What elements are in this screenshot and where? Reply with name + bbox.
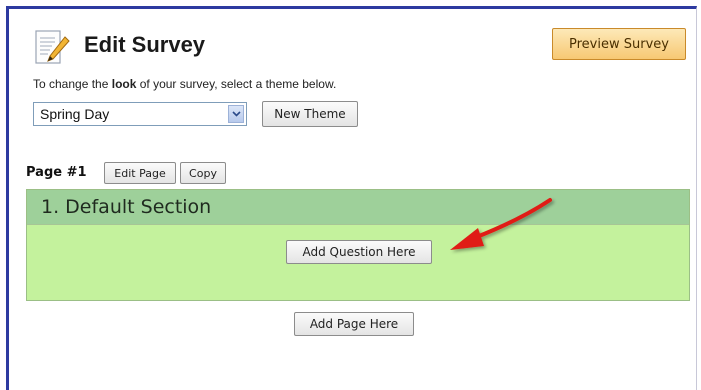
dropdown-caret-icon bbox=[231, 111, 241, 117]
preview-survey-button[interactable]: Preview Survey bbox=[552, 28, 686, 60]
add-page-button[interactable]: Add Page Here bbox=[294, 312, 414, 336]
chevron-down-icon[interactable] bbox=[228, 105, 244, 123]
add-question-button[interactable]: Add Question Here bbox=[286, 240, 432, 264]
theme-select[interactable]: Spring Day bbox=[33, 102, 247, 126]
new-theme-button[interactable]: New Theme bbox=[262, 101, 358, 127]
red-arrow-annotation bbox=[450, 198, 552, 250]
page-label: Page #1 bbox=[26, 165, 87, 180]
theme-instructions: To change the look of your survey, selec… bbox=[33, 77, 337, 91]
edit-document-icon bbox=[35, 30, 70, 64]
theme-select-value: Spring Day bbox=[40, 106, 110, 122]
edit-page-button[interactable]: Edit Page bbox=[104, 162, 176, 184]
section-header: 1. Default Section bbox=[27, 190, 689, 225]
section-title: 1. Default Section bbox=[41, 196, 212, 218]
page-title: Edit Survey bbox=[84, 32, 206, 57]
copy-page-button[interactable]: Copy bbox=[180, 162, 226, 184]
